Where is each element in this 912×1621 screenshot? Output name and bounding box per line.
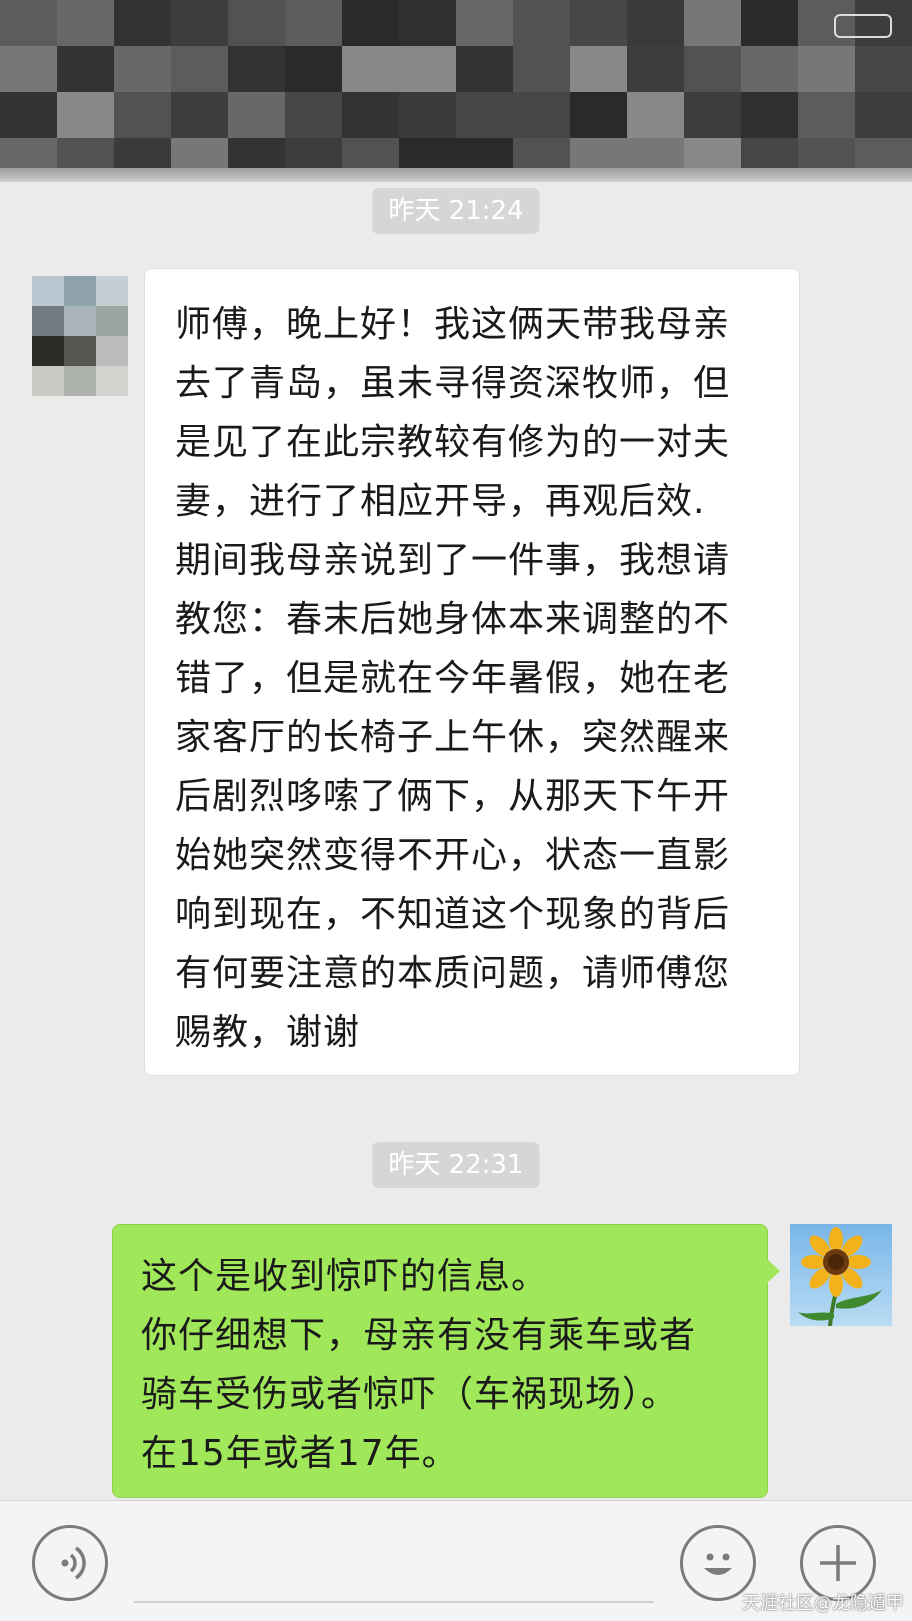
message-input[interactable] [134, 1601, 654, 1603]
message-line: 妻，进行了相应开导，再观后效. [175, 481, 706, 522]
sunflower-icon [798, 1227, 882, 1326]
message-line: 这个是收到惊吓的信息。 [141, 1256, 549, 1297]
message-line: 是见了在此宗教较有修为的一对夫 [175, 422, 731, 463]
header-mosaic [0, 0, 912, 182]
message-line: 响到现在，不知道这个现象的背后 [175, 894, 731, 935]
message-line: 家客厅的长椅子上午休，突然醒来 [175, 717, 731, 758]
message-line: 赐教，谢谢 [175, 1012, 361, 1053]
message-line: 期间我母亲说到了一件事，我想请 [175, 540, 731, 581]
message-line: 后剧烈哆嗦了俩下，从那天下午开 [175, 776, 731, 817]
message-line: 骑车受伤或者惊吓（车祸现场）。 [141, 1374, 679, 1415]
message-timestamp: 昨天 21:24 [372, 188, 540, 234]
outgoing-message-bubble[interactable]: 这个是收到惊吓的信息。 你仔细想下，母亲有没有乘车或者 骑车受伤或者惊吓（车祸现… [112, 1224, 780, 1498]
incoming-message-bubble[interactable]: 师傅，晚上好！我这俩天带我母亲 去了青岛，虽未寻得资深牧师，但 是见了在此宗教较… [144, 268, 800, 1076]
voice-icon [61, 1546, 86, 1580]
watermark: 天涯社区@龙隐遁甲 [742, 1593, 904, 1614]
battery-icon [834, 14, 892, 38]
header-shadow [0, 168, 912, 182]
censored-header [0, 0, 912, 182]
emoji-icon [704, 1553, 732, 1575]
message-line: 在15年或者17年。 [141, 1433, 459, 1474]
plus-icon [820, 1545, 856, 1581]
self-avatar[interactable] [790, 1224, 892, 1326]
message-line: 师傅，晚上好！我这俩天带我母亲 [175, 304, 731, 345]
message-line: 教您：春末后她身体本来调整的不 [175, 599, 731, 640]
message-timestamp: 昨天 22:31 [372, 1142, 540, 1188]
message-line: 去了青岛，虽未寻得资深牧师，但 [175, 363, 731, 404]
message-line: 始她突然变得不开心，状态一直影 [175, 835, 731, 876]
voice-button[interactable] [32, 1525, 108, 1601]
message-line: 有何要注意的本质问题，请师傅您 [175, 953, 731, 994]
message-line: 错了，但是就在今年暑假，她在老 [175, 658, 731, 699]
chat-input-bar: 天涯社区@龙隐遁甲 [0, 1500, 912, 1621]
message-line: 你仔细想下，母亲有没有乘车或者 [141, 1315, 697, 1356]
contact-avatar[interactable] [32, 276, 128, 396]
